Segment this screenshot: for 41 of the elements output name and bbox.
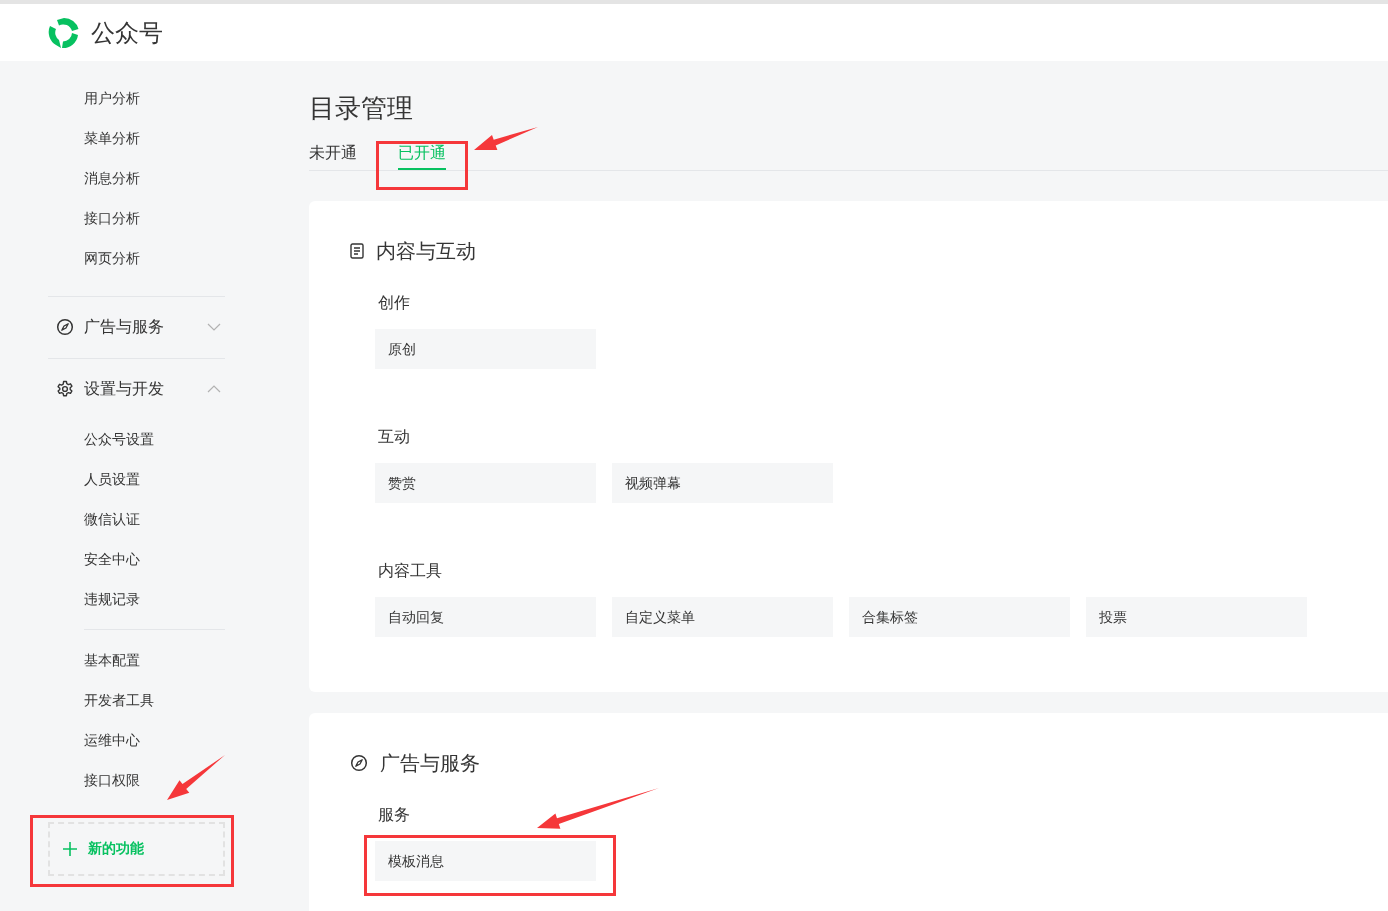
section-title: 内容与互动 (376, 238, 476, 264)
sidebar-item[interactable]: 用户分析 (0, 78, 140, 118)
feature-tile[interactable]: 视频弹幕 (612, 463, 833, 503)
group-title: 互动 (378, 427, 410, 447)
logo-icon (47, 15, 81, 50)
feature-tile[interactable]: 合集标签 (849, 597, 1070, 637)
sidebar-item[interactable]: 基本配置 (0, 640, 140, 680)
sidebar-item[interactable]: 开发者工具 (0, 680, 154, 720)
group-title: 内容工具 (378, 561, 442, 581)
app-title: 公众号 (91, 17, 163, 48)
group-title: 创作 (378, 293, 410, 313)
feature-tile[interactable]: 赞赏 (375, 463, 596, 503)
sidebar-item[interactable]: 接口权限 (0, 760, 140, 800)
sidebar-item[interactable]: 公众号设置 (0, 419, 154, 459)
feature-tile[interactable]: 投票 (1086, 597, 1307, 637)
feature-tile[interactable]: 模板消息 (375, 841, 596, 881)
plus-icon (62, 841, 78, 857)
compass-icon (350, 754, 368, 772)
feature-tile[interactable]: 自定义菜单 (612, 597, 833, 637)
sidebar-group[interactable]: 设置与开发 (56, 376, 225, 402)
sidebar-item[interactable]: 人员设置 (0, 459, 140, 499)
annotation-arrow (167, 755, 225, 800)
document-icon (350, 243, 364, 259)
feature-tile[interactable]: 自动回复 (375, 597, 596, 637)
sidebar-item[interactable]: 网页分析 (0, 238, 140, 278)
sidebar-item[interactable]: 微信认证 (0, 499, 140, 539)
section-title: 广告与服务 (380, 750, 480, 776)
sidebar-item[interactable]: 消息分析 (0, 158, 140, 198)
sidebar-item[interactable]: 菜单分析 (0, 118, 140, 158)
sidebar-item[interactable]: 违规记录 (0, 579, 140, 619)
feature-tile[interactable]: 原创 (375, 329, 596, 369)
sidebar-item[interactable]: 安全中心 (0, 539, 140, 579)
group-title: 服务 (378, 805, 410, 825)
sidebar-item[interactable]: 运维中心 (0, 720, 140, 760)
page-title: 目录管理 (309, 92, 414, 125)
annotation-arrow (474, 127, 538, 151)
sidebar-group[interactable]: 广告与服务 (56, 314, 225, 340)
tab[interactable]: 未开通 (309, 139, 357, 170)
gear-icon (56, 380, 74, 398)
compass-icon (56, 318, 74, 336)
sidebar-item[interactable]: 接口分析 (0, 198, 140, 238)
